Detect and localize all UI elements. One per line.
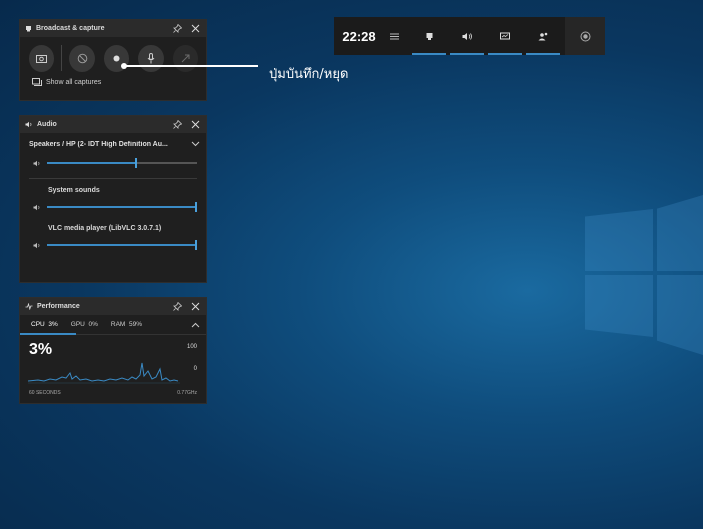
- app-name-system-sounds: System sounds: [48, 187, 100, 194]
- vlc-volume-row: [20, 237, 206, 253]
- capture-widget-title: Broadcast & capture: [36, 25, 105, 32]
- broadcast-button[interactable]: [172, 45, 198, 72]
- tab-gpu[interactable]: GPU 0%: [71, 321, 98, 328]
- social-icon: [538, 32, 549, 41]
- pin-icon[interactable]: [171, 23, 183, 35]
- audio-device-dropdown[interactable]: Speakers / HP (2- IDT High Definition Au…: [20, 133, 206, 155]
- audio-icon: [462, 32, 473, 41]
- performance-widget: Performance CPU 3% GPU 0% RAM 59% 3% 100…: [19, 297, 207, 404]
- capture-icon: [25, 25, 32, 32]
- capture-divider: [61, 45, 63, 71]
- callout-line: [124, 65, 258, 67]
- performance-widget-header[interactable]: Performance: [20, 298, 206, 315]
- app-name-vlc: VLC media player (LibVLC 3.0.7.1): [48, 225, 162, 232]
- xbox-icon: [580, 31, 591, 42]
- system-sounds-slider[interactable]: [47, 202, 197, 212]
- close-icon[interactable]: [189, 301, 201, 313]
- performance-widget-toggle[interactable]: [488, 17, 522, 55]
- xbox-button[interactable]: [565, 17, 605, 55]
- performance-icon: [499, 32, 511, 41]
- social-widget-toggle[interactable]: [526, 17, 560, 55]
- speaker-icon: [25, 121, 33, 128]
- mic-button[interactable]: [138, 45, 164, 72]
- mic-icon: [147, 53, 155, 64]
- performance-widget-title: Performance: [37, 303, 80, 310]
- performance-tabs: CPU 3% GPU 0% RAM 59%: [20, 315, 206, 335]
- windows-logo-wallpaper: [585, 195, 703, 355]
- broadcast-icon: [180, 53, 191, 64]
- scale-max: 100: [186, 344, 197, 350]
- chevron-up-icon[interactable]: [191, 322, 200, 328]
- capture-widget: Broadcast & capture Show all captures: [19, 19, 207, 101]
- close-icon[interactable]: [189, 23, 201, 35]
- close-icon[interactable]: [189, 119, 201, 131]
- master-volume-row: [20, 155, 206, 171]
- pin-icon[interactable]: [171, 119, 183, 131]
- vlc-volume-slider[interactable]: [47, 240, 197, 250]
- callout-label: ปุ่มบันทึก/หยุด: [269, 67, 349, 82]
- widget-menu-button[interactable]: [384, 33, 404, 40]
- master-volume-slider[interactable]: [47, 158, 197, 168]
- record-last-icon: [77, 53, 88, 64]
- game-bar-clock: 22:28: [342, 28, 376, 44]
- audio-divider: [29, 178, 197, 179]
- volume-icon[interactable]: [33, 204, 41, 211]
- tab-cpu[interactable]: CPU 3%: [31, 321, 58, 328]
- capture-widget-toggle[interactable]: [412, 17, 446, 55]
- performance-graph-area: 3% 100 0 60 SECONDS 0.77GHz: [20, 335, 206, 401]
- graph-duration-label: 60 SECONDS: [29, 390, 61, 396]
- camera-icon: [36, 54, 48, 63]
- audio-widget-title: Audio: [37, 121, 57, 128]
- cpu-frequency-label: 0.77GHz: [177, 390, 197, 396]
- tab-ram[interactable]: RAM 59%: [111, 321, 142, 328]
- menu-icon: [389, 33, 399, 40]
- audio-widget: Audio Speakers / HP (2- IDT High Definit…: [19, 115, 207, 283]
- audio-widget-toggle[interactable]: [450, 17, 484, 55]
- audio-widget-header[interactable]: Audio: [20, 116, 206, 133]
- volume-icon[interactable]: [33, 242, 41, 249]
- broadcast-icon: [425, 32, 434, 41]
- show-all-captures-link[interactable]: Show all captures: [32, 78, 206, 86]
- show-all-label: Show all captures: [46, 78, 102, 86]
- record-last-button[interactable]: [69, 45, 95, 72]
- capture-widget-header[interactable]: Broadcast & capture: [20, 20, 206, 37]
- screenshot-button[interactable]: [29, 45, 55, 72]
- performance-icon: [25, 303, 33, 310]
- cpu-graph: [28, 362, 180, 384]
- gallery-icon: [32, 78, 42, 86]
- game-bar: 22:28: [334, 17, 605, 55]
- audio-device-label: Speakers / HP (2- IDT High Definition Au…: [29, 140, 168, 148]
- volume-icon[interactable]: [33, 160, 41, 167]
- pin-icon[interactable]: [171, 301, 183, 313]
- scale-min: 0: [193, 366, 197, 372]
- system-sounds-row: [20, 199, 206, 215]
- chevron-down-icon: [191, 141, 200, 147]
- record-icon: [113, 55, 120, 62]
